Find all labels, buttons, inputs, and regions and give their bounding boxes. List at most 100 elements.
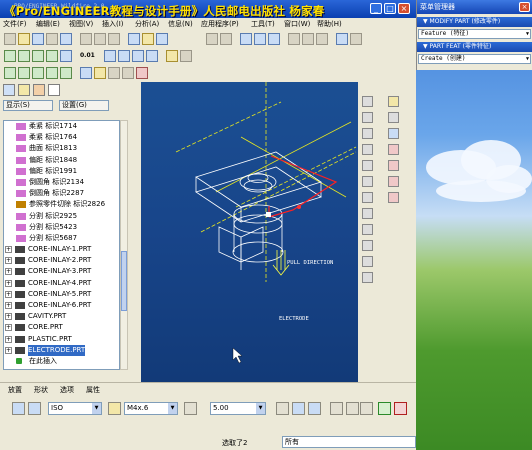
hidden-line-icon[interactable] bbox=[118, 50, 130, 62]
settings-dropdown[interactable]: 设置(G) bbox=[59, 100, 109, 111]
menu-manager-title[interactable]: 菜单管理器 bbox=[417, 0, 532, 14]
datum-planes-icon[interactable] bbox=[4, 50, 16, 62]
appearance-icon[interactable] bbox=[94, 67, 106, 79]
create-menu-item[interactable]: Create (创建) ▼ bbox=[418, 54, 531, 64]
simple-hole-button[interactable] bbox=[12, 402, 25, 415]
tree-item[interactable]: + CORE.PRT bbox=[4, 322, 119, 333]
copy-icon[interactable] bbox=[94, 33, 106, 45]
mirror-tool-icon[interactable] bbox=[362, 272, 373, 283]
tree-item[interactable]: + CORE-INLAY-5.PRT bbox=[4, 289, 119, 300]
relations-icon[interactable] bbox=[122, 67, 134, 79]
tab-shape[interactable]: 形状 bbox=[34, 385, 48, 395]
menu-tools[interactable]: 工具(T) bbox=[251, 19, 275, 29]
expand-icon[interactable]: + bbox=[5, 268, 12, 276]
tree-item[interactable]: 曲面 标识1813 bbox=[4, 143, 119, 154]
standard-combo[interactable]: ISO ▼ bbox=[48, 402, 102, 415]
expand-icon[interactable]: + bbox=[5, 346, 12, 354]
pause-button[interactable] bbox=[330, 402, 343, 415]
spin-center-icon[interactable] bbox=[60, 50, 72, 62]
round-tool-icon[interactable] bbox=[362, 160, 373, 171]
tree-item[interactable]: + PLASTIC.PRT bbox=[4, 334, 119, 345]
print-icon[interactable] bbox=[46, 33, 58, 45]
tree-item[interactable]: + CORE-INLAY-3.PRT bbox=[4, 266, 119, 277]
minimize-button[interactable]: _ bbox=[370, 3, 382, 14]
selection-filter-combo[interactable]: 所有 bbox=[282, 436, 416, 448]
tree-item[interactable]: + CAVITY.PRT bbox=[4, 311, 119, 322]
zoom-in-icon[interactable] bbox=[254, 33, 266, 45]
counterbore-button[interactable] bbox=[292, 402, 305, 415]
expand-icon[interactable]: + bbox=[5, 246, 12, 254]
arc-tool-icon[interactable] bbox=[388, 160, 399, 171]
standard-hole-button[interactable] bbox=[28, 402, 41, 415]
expand-icon[interactable]: + bbox=[5, 279, 12, 287]
datum-axes-icon[interactable] bbox=[18, 50, 30, 62]
paste-icon[interactable] bbox=[108, 33, 120, 45]
thread-size-combo[interactable]: M4x.6 ▼ bbox=[124, 402, 178, 415]
layers-icon[interactable] bbox=[336, 33, 348, 45]
tree-item[interactable]: 在此插入 bbox=[4, 356, 119, 367]
revolve-tool-icon[interactable] bbox=[362, 208, 373, 219]
find-icon[interactable] bbox=[142, 33, 154, 45]
history-tab-icon[interactable] bbox=[48, 84, 60, 96]
model-tree-tab-icon[interactable] bbox=[3, 84, 15, 96]
cut-icon[interactable] bbox=[80, 33, 92, 45]
tree-scrollbar[interactable] bbox=[120, 120, 128, 370]
menu-help[interactable]: 帮助(H) bbox=[317, 19, 342, 29]
spline-tool-icon[interactable] bbox=[388, 176, 399, 187]
tree-item[interactable]: 倒圆角 标识2287 bbox=[4, 188, 119, 199]
hole-tool-icon[interactable] bbox=[362, 96, 373, 107]
expand-icon[interactable]: + bbox=[5, 257, 12, 265]
maximize-button[interactable]: □ bbox=[384, 3, 396, 14]
open-file-icon[interactable] bbox=[18, 33, 30, 45]
menu-window[interactable]: 窗口(W) bbox=[284, 19, 310, 29]
globe-icon[interactable] bbox=[80, 67, 92, 79]
shell-tool-icon[interactable] bbox=[362, 112, 373, 123]
shading-icon[interactable] bbox=[146, 50, 158, 62]
help-context-icon[interactable] bbox=[180, 50, 192, 62]
menu-edit[interactable]: 编辑(E) bbox=[36, 19, 60, 29]
part-feat-header[interactable]: ▼ PART FEAT (零件特征) bbox=[417, 42, 532, 52]
tree-item[interactable]: 分割 标识2925 bbox=[4, 211, 119, 222]
folder-browser-tab-icon[interactable] bbox=[18, 84, 30, 96]
orient-icon[interactable] bbox=[302, 33, 314, 45]
sketch-tool-icon[interactable] bbox=[388, 96, 399, 107]
save-icon[interactable] bbox=[32, 33, 44, 45]
close-button[interactable]: × bbox=[398, 3, 410, 14]
email-icon[interactable] bbox=[60, 33, 72, 45]
show-dropdown[interactable]: 显示(S) bbox=[3, 100, 53, 111]
glasses-preview-icon[interactable] bbox=[360, 402, 373, 415]
expand-icon[interactable]: + bbox=[5, 324, 12, 332]
tab-properties[interactable]: 属性 bbox=[86, 385, 100, 395]
sweep-tool-icon[interactable] bbox=[362, 224, 373, 235]
blend-tool-icon[interactable] bbox=[362, 240, 373, 251]
feature-menu-item[interactable]: Feature (特征) ▼ bbox=[418, 29, 531, 39]
depth-combo[interactable]: 5.00 ▼ bbox=[210, 402, 266, 415]
tab-placement[interactable]: 放置 bbox=[8, 385, 22, 395]
menu-view[interactable]: 视图(V) bbox=[69, 19, 93, 29]
saved-views-icon[interactable] bbox=[316, 33, 328, 45]
menu-insert[interactable]: 插入(I) bbox=[102, 19, 124, 29]
model-tree-icon[interactable] bbox=[166, 50, 178, 62]
menu-file[interactable]: 文件(F) bbox=[3, 19, 27, 29]
csys-tool-icon[interactable] bbox=[60, 67, 72, 79]
extrude-tool-icon[interactable] bbox=[362, 192, 373, 203]
expand-icon[interactable]: + bbox=[5, 302, 12, 309]
depth-type-button[interactable] bbox=[184, 402, 197, 415]
refit-icon[interactable] bbox=[240, 33, 252, 45]
zoom-out-icon[interactable] bbox=[268, 33, 280, 45]
expand-icon[interactable]: + bbox=[5, 290, 12, 298]
graphics-viewport[interactable]: PULL DIRECTION ELECTRODE bbox=[141, 82, 358, 382]
scroll-thumb[interactable] bbox=[121, 251, 127, 311]
wireframe-icon[interactable] bbox=[104, 50, 116, 62]
tree-item[interactable]: 分割 标识5423 bbox=[4, 222, 119, 233]
chamfer-tool-icon[interactable] bbox=[362, 176, 373, 187]
measure-icon[interactable] bbox=[108, 67, 120, 79]
datum-curve-tool-icon[interactable] bbox=[388, 112, 399, 123]
tree-item[interactable]: 分割 标识5687 bbox=[4, 233, 119, 244]
thread-surface-button[interactable] bbox=[308, 402, 321, 415]
new-file-icon[interactable] bbox=[4, 33, 16, 45]
countersink-button[interactable] bbox=[276, 402, 289, 415]
tree-item[interactable]: 偏距 标识1848 bbox=[4, 155, 119, 166]
modify-part-header[interactable]: ▼ MODIFY PART (修改零件) bbox=[417, 17, 532, 27]
preview-button[interactable] bbox=[346, 402, 359, 415]
